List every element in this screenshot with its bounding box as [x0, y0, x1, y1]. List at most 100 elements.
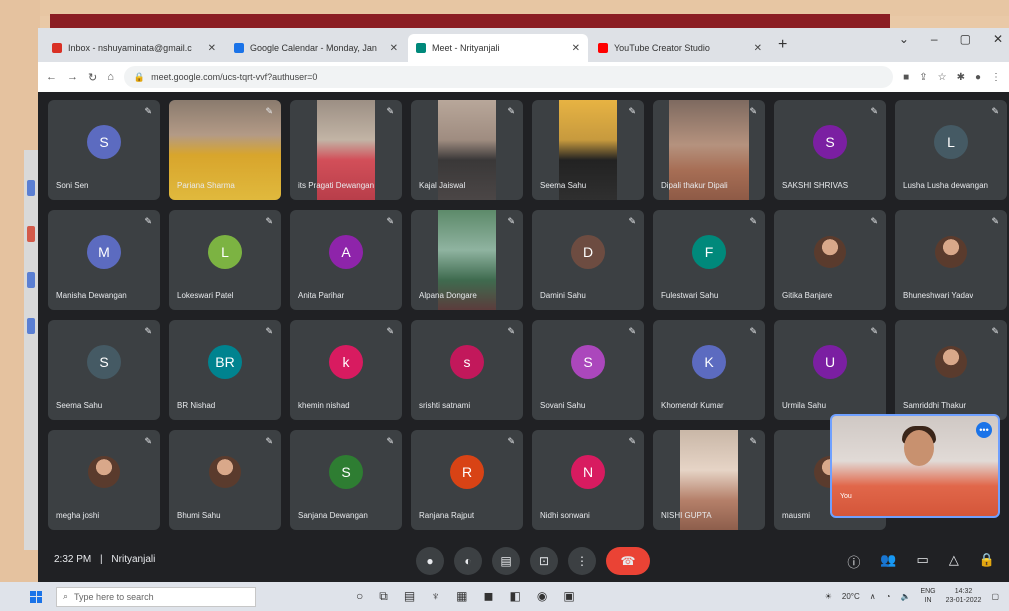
volume-icon[interactable]: 🔈	[900, 592, 910, 601]
chevron-up-icon[interactable]: ∧	[870, 592, 876, 601]
star-icon[interactable]: ☆	[938, 72, 947, 83]
close-tab-icon[interactable]: ✕	[754, 43, 762, 54]
forward-icon[interactable]: →	[67, 71, 78, 83]
edge-icon[interactable]: ◉	[537, 589, 547, 604]
new-tab-button[interactable]: +	[778, 36, 787, 54]
language-indicator[interactable]: ENG IN	[920, 587, 935, 605]
chat-icon[interactable]: ▭	[917, 552, 929, 571]
participant-tile[interactable]: ✎ Seema Sahu	[532, 100, 644, 200]
participant-tile[interactable]: N ✎ Nidhi sonwani	[532, 430, 644, 530]
participant-tile[interactable]: U ✎ Urmila Sahu	[774, 320, 886, 420]
more-options-button[interactable]: ⋮	[568, 547, 596, 575]
photos-icon[interactable]: ◼	[484, 589, 494, 604]
mic-muted-icon: ✎	[265, 436, 273, 446]
camera-icon[interactable]: ■	[903, 72, 909, 83]
puzzle-icon[interactable]: ✱	[957, 72, 965, 83]
menu-icon[interactable]: ⋮	[991, 72, 1001, 83]
back-icon[interactable]: ←	[46, 71, 57, 83]
self-view[interactable]: ••• You	[830, 414, 1000, 518]
participant-tile[interactable]: BR ✎ BR Nishad	[169, 320, 281, 420]
mic-muted-icon: ✎	[507, 326, 515, 336]
participant-tile[interactable]: A ✎ Anita Parihar	[290, 210, 402, 310]
browser-tab[interactable]: Meet - Nrityanjali ✕	[408, 34, 588, 62]
participant-tile[interactable]: ✎ Bhumi Sahu	[169, 430, 281, 530]
mic-muted-icon: ✎	[386, 216, 394, 226]
microphone-button[interactable]: ●	[416, 547, 444, 575]
weather-icon[interactable]: ☀	[825, 592, 832, 601]
browser-tab[interactable]: Inbox - nshuyaminata@gmail.c ✕	[44, 34, 224, 62]
maximize-icon[interactable]: ▢	[960, 32, 971, 46]
tab-title: Meet - Nrityanjali	[432, 43, 500, 53]
participant-tile[interactable]: ✎ Samriddhi Thakur	[895, 320, 1007, 420]
meeting-separator: |	[100, 554, 103, 565]
camera-icon: ◐	[464, 554, 472, 568]
activities-icon[interactable]: △	[949, 552, 959, 571]
close-tab-icon[interactable]: ✕	[390, 43, 398, 54]
participant-tile[interactable]: R ✎ Ranjana Rajput	[411, 430, 523, 530]
participant-tile[interactable]: k ✎ khemin nishad	[290, 320, 402, 420]
participant-tile[interactable]: K ✎ Khomendr Kumar	[653, 320, 765, 420]
task-view-icon[interactable]: ⧉	[379, 589, 388, 604]
participant-tile[interactable]: S ✎ Sanjana Dewangan	[290, 430, 402, 530]
participant-tile[interactable]: S ✎ Seema Sahu	[48, 320, 160, 420]
clock[interactable]: 14:32 23-01-2022	[946, 587, 982, 605]
participant-tile[interactable]: ✎ Pariana Sharma	[169, 100, 281, 200]
participant-tile[interactable]: S ✎ Soni Sen	[48, 100, 160, 200]
close-tab-icon[interactable]: ✕	[208, 43, 216, 54]
share-icon[interactable]: ⇪	[919, 72, 927, 83]
address-bar[interactable]: 🔒 meet.google.com/ucs-tqrt-vvf?authuser=…	[123, 66, 894, 88]
office-icon[interactable]: ▣	[563, 589, 574, 604]
app-icon[interactable]: ▦	[456, 589, 467, 604]
participant-photo	[935, 346, 967, 378]
app-icon[interactable]: ◧	[509, 589, 520, 604]
more-options-icon[interactable]: •••	[976, 422, 992, 438]
browser-tab[interactable]: Google Calendar - Monday, Jan ✕	[226, 34, 406, 62]
participant-name: Lusha Lusha dewangan	[903, 181, 988, 190]
participant-tile[interactable]: S ✎ SAKSHI SHRIVAS	[774, 100, 886, 200]
browser-tab[interactable]: YouTube Creator Studio ✕	[590, 34, 770, 62]
participant-tile[interactable]: L ✎ Lokeswari Patel	[169, 210, 281, 310]
favicon-icon	[416, 43, 426, 53]
app-icon[interactable]: ♆	[431, 589, 440, 604]
network-icon[interactable]: ◔	[886, 592, 891, 601]
notification-icon[interactable]: ▢	[991, 592, 999, 601]
captions-button[interactable]: ▤	[492, 547, 520, 575]
participant-tile[interactable]: s ✎ srishti satnami	[411, 320, 523, 420]
favicon-icon	[598, 43, 608, 53]
participant-tile[interactable]: D ✎ Damini Sahu	[532, 210, 644, 310]
participant-tile[interactable]: ✎ Bhuneshwari Yadav	[895, 210, 1007, 310]
close-icon[interactable]: ✕	[993, 32, 1003, 46]
participant-tile[interactable]: S ✎ Sovani Sahu	[532, 320, 644, 420]
mic-muted-icon: ✎	[265, 216, 273, 226]
participant-tile[interactable]: ✎ NISHI GUPTA	[653, 430, 765, 530]
windows-start-icon[interactable]	[30, 590, 42, 603]
store-icon[interactable]: ▤	[404, 589, 415, 604]
participant-tile[interactable]: ✎ its Pragati Dewangan	[290, 100, 402, 200]
present-button[interactable]: ⊡	[530, 547, 558, 575]
end-call-button[interactable]: ☎	[606, 547, 650, 575]
participant-tile[interactable]: ✎ Kajal Jaiswal	[411, 100, 523, 200]
participant-tile[interactable]: M ✎ Manisha Dewangan	[48, 210, 160, 310]
chevron-down-icon[interactable]: ⌄	[899, 32, 909, 46]
people-icon[interactable]: 👥	[880, 552, 896, 571]
profile-avatar[interactable]: ●	[975, 72, 981, 83]
weather-temp[interactable]: 20°C	[842, 592, 860, 601]
info-icon[interactable]: ⓘ	[847, 552, 860, 571]
reload-icon[interactable]: ↻	[88, 71, 97, 84]
call-controls: ● ◐ ▤ ⊡ ⋮ ☎	[416, 547, 650, 575]
participant-tile[interactable]: ✎ Alpana Dongare	[411, 210, 523, 310]
home-icon[interactable]: ⌂	[107, 71, 114, 83]
minimize-icon[interactable]: –	[931, 32, 938, 46]
close-tab-icon[interactable]: ✕	[572, 43, 580, 54]
participant-tile[interactable]: ✎ Gitika Banjare	[774, 210, 886, 310]
participant-tile[interactable]: ✎ Dipali thakur Dipali	[653, 100, 765, 200]
camera-button[interactable]: ◐	[454, 547, 482, 575]
participant-tile[interactable]: F ✎ Fulestwari Sahu	[653, 210, 765, 310]
participant-tile[interactable]: ✎ megha joshi	[48, 430, 160, 530]
taskbar-search[interactable]: ⌕ Type here to search	[56, 586, 256, 607]
mic-muted-icon: ✎	[265, 326, 273, 336]
participant-tile[interactable]: L ✎ Lusha Lusha dewangan	[895, 100, 1007, 200]
cortana-icon[interactable]: ○	[356, 589, 363, 604]
mic-muted-icon: ✎	[628, 326, 636, 336]
lock-icon[interactable]: 🔒	[979, 552, 995, 571]
